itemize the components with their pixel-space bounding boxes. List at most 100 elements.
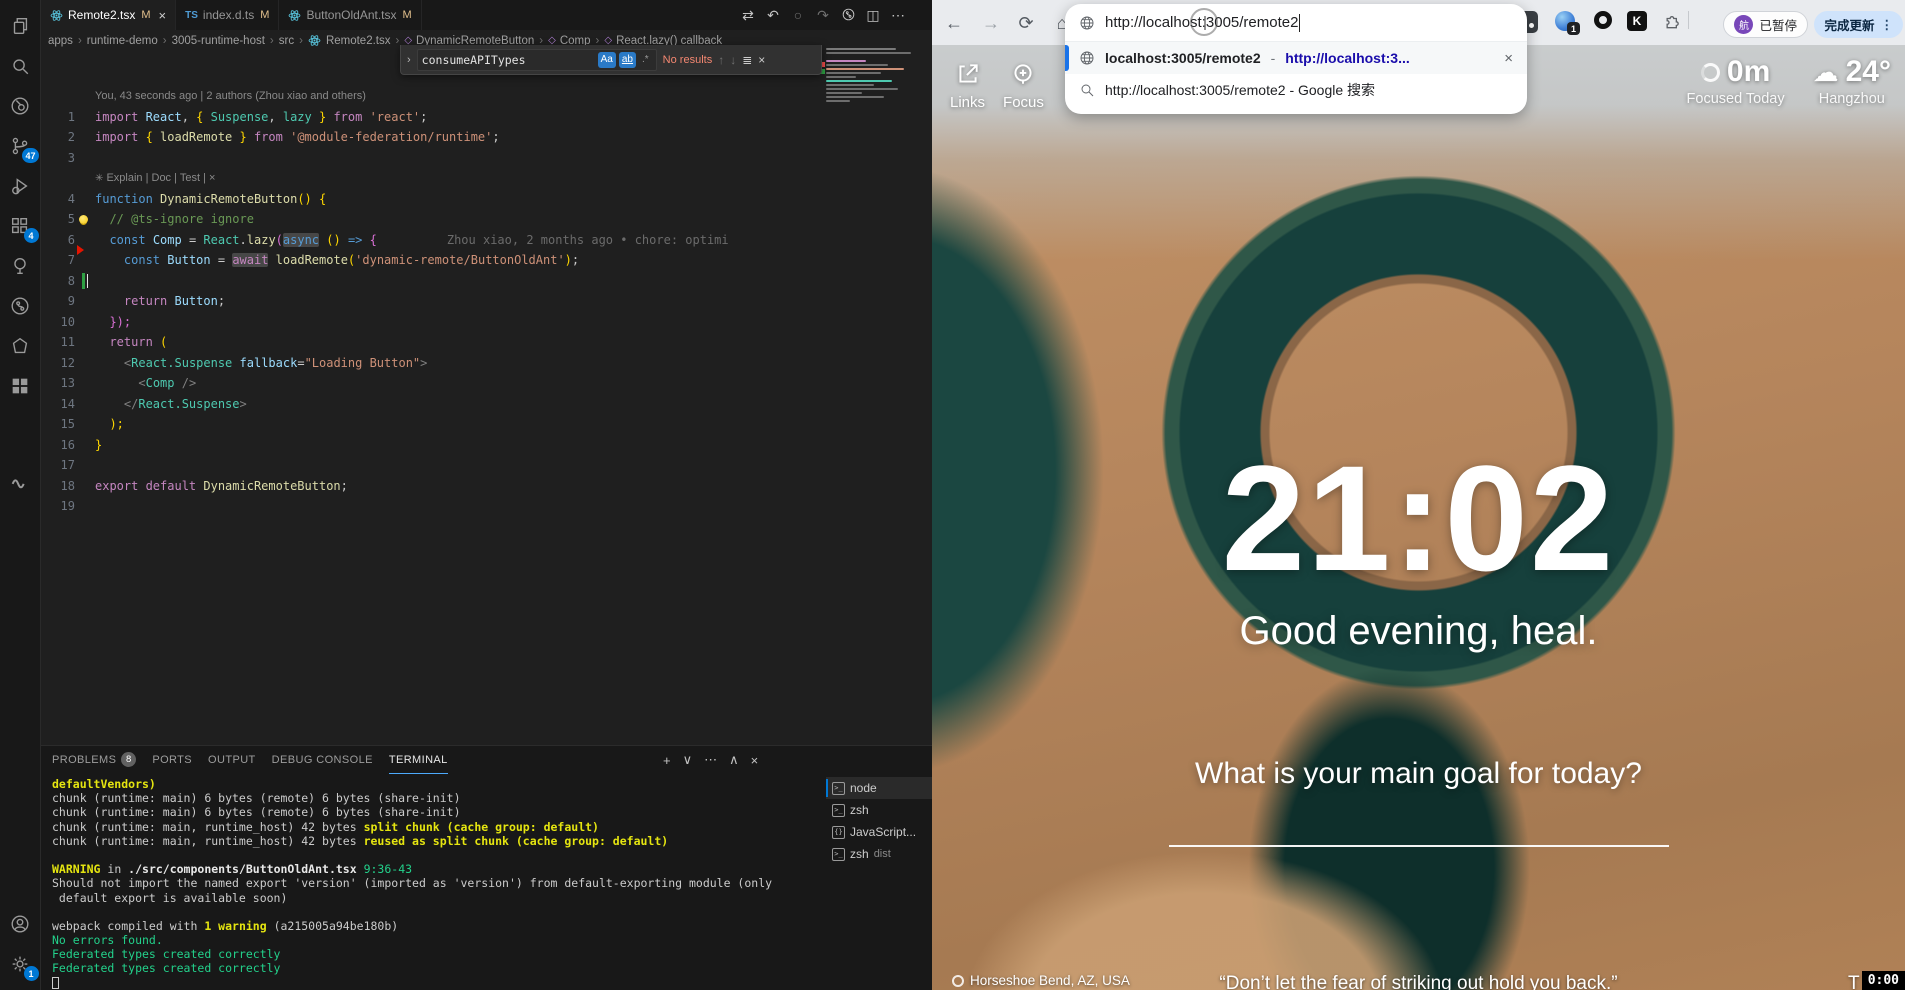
extensions-menu[interactable] (1663, 11, 1683, 31)
terminal-item-node[interactable]: >_node (826, 777, 932, 799)
terminal-item-zsh[interactable]: >_zshdist (826, 843, 932, 865)
code-line-15[interactable]: 15 ); (41, 414, 821, 435)
find-query[interactable]: consumeAPITypes (422, 53, 595, 67)
code-line-6[interactable]: 6 const Comp = React.lazy(async () => {Z… (41, 230, 821, 251)
prev-match-icon[interactable]: ↑ (718, 53, 724, 67)
breadcrumb-item[interactable]: apps (48, 35, 73, 47)
suggestion-row[interactable]: http://localhost:3005/remote2 - Google 搜… (1065, 74, 1527, 106)
codelens-text[interactable]: ✳ Explain | Doc | Test | × (95, 168, 215, 189)
nav-circle-icon[interactable]: ○ (790, 7, 806, 23)
panel-tab-debug-console[interactable]: DEBUG CONSOLE (272, 746, 373, 774)
code-line-9[interactable]: 9 return Button; (41, 291, 821, 312)
blame-annotation[interactable]: You, 43 seconds ago | 2 authors (Zhou xi… (41, 86, 821, 107)
split-editor-icon[interactable]: ◫ (865, 7, 881, 24)
forward-icon[interactable]: → (977, 9, 1005, 37)
find-in-selection-icon[interactable]: ≣ (742, 53, 752, 67)
code-line-1[interactable]: 1import React, { Suspense, lazy } from '… (41, 107, 821, 128)
code-line-4[interactable]: 4function DynamicRemoteButton() { (41, 189, 821, 210)
code-line-8[interactable]: 8 (41, 271, 821, 292)
panel-tab-output[interactable]: OUTPUT (208, 746, 256, 774)
goal-input[interactable] (1169, 845, 1669, 847)
source-graph-icon[interactable] (840, 7, 856, 23)
reload-icon[interactable]: ⟳ (1012, 9, 1040, 37)
find-input[interactable]: consumeAPITypes Aa ab .* (417, 49, 657, 71)
code-line-10[interactable]: 10 }); (41, 312, 821, 333)
update-chrome-button[interactable]: 完成更新 ⋮ (1814, 11, 1903, 38)
breadcrumb-item[interactable]: src (279, 35, 294, 47)
code-line-14[interactable]: 14 </React.Suspense> (41, 394, 821, 415)
nav-back-icon[interactable]: ↶ (765, 7, 781, 24)
weather-widget[interactable]: ☁24° Hangzhou (1813, 55, 1891, 107)
activity-run-debug[interactable] (0, 166, 41, 206)
panel-tab-ports[interactable]: PORTS (152, 746, 192, 774)
breadcrumb-item[interactable]: 3005-runtime-host (172, 35, 265, 47)
code-line-11[interactable]: 11 return ( (41, 332, 821, 353)
close-icon[interactable]: × (159, 8, 167, 23)
code-line-7[interactable]: 7 const Button = await loadRemote('dynam… (41, 250, 821, 271)
activity-search[interactable] (0, 46, 41, 86)
maximize-panel-icon[interactable]: ∧ (729, 752, 739, 768)
codelens-actions[interactable]: ✳ Explain | Doc | Test | × (41, 168, 821, 189)
toggle-replace-icon[interactable]: › (407, 54, 411, 66)
regex-toggle[interactable]: .* (639, 52, 652, 68)
sync-editors-icon[interactable]: ⇄ (740, 7, 756, 24)
photo-location[interactable]: Horseshoe Bend, AZ, USA (952, 973, 1130, 988)
terminal-item-JavaScript...[interactable]: {}JavaScript... (826, 821, 932, 843)
match-case-toggle[interactable]: Aa (598, 52, 616, 68)
activity-accounts[interactable] (0, 904, 41, 944)
code-line-17[interactable]: 17 (41, 455, 821, 476)
minimap[interactable] (826, 48, 928, 114)
activity-grid-view[interactable] (0, 366, 41, 406)
terminal-item-zsh[interactable]: >_zsh (826, 799, 932, 821)
editor-tab-index.d.ts[interactable]: TSindex.d.tsM (176, 0, 279, 30)
panel-more-icon[interactable]: ⋯ (704, 752, 717, 768)
breadcrumb-item[interactable]: Remote2.tsx (308, 34, 391, 47)
code-line-18[interactable]: 18export default DynamicRemoteButton; (41, 476, 821, 497)
whole-word-toggle[interactable]: ab (619, 52, 636, 68)
terminal-output[interactable]: defaultVendors)chunk (runtime: main) 6 b… (52, 777, 812, 990)
extension-kagi[interactable]: K (1627, 11, 1647, 31)
activity-remote-explorer[interactable] (0, 86, 41, 126)
code-line-13[interactable]: 13 <Comp /> (41, 373, 821, 394)
activity-git-graph[interactable] (0, 286, 41, 326)
more-actions-icon[interactable]: ⋯ (890, 7, 906, 24)
extension-ring[interactable] (1594, 11, 1612, 29)
activity-explorer[interactable] (0, 6, 41, 46)
extension-globe[interactable]: 1 (1555, 11, 1575, 31)
address-bar[interactable]: http://localhost:3005/remote2 (1065, 4, 1527, 42)
activity-custom-view[interactable] (0, 326, 41, 366)
close-panel-icon[interactable]: × (751, 753, 759, 768)
profile-pill[interactable]: 航 已暂停 (1723, 11, 1808, 38)
close-find-icon[interactable]: × (758, 53, 765, 67)
remove-suggestion-icon[interactable]: × (1504, 50, 1513, 67)
code-line-3[interactable]: 3 (41, 148, 821, 169)
lightbulb-icon[interactable] (79, 215, 88, 224)
activity-extensions[interactable]: 4 (0, 206, 41, 246)
code-line-16[interactable]: 16} (41, 435, 821, 456)
activity-settings[interactable]: 1 (0, 944, 41, 984)
links-widget[interactable]: Links (950, 61, 985, 111)
todo-partial-label[interactable]: T (1848, 973, 1860, 990)
activity-wave-view[interactable] (0, 462, 41, 502)
breadcrumb-item[interactable]: runtime-demo (87, 35, 158, 47)
editor-tab-Remote2.tsx[interactable]: Remote2.tsxM× (41, 0, 176, 30)
terminal-dropdown-icon[interactable]: ∨ (683, 752, 693, 768)
code-line-12[interactable]: 12 <React.Suspense fallback="Loading But… (41, 353, 821, 374)
activity-testing[interactable] (0, 246, 41, 286)
editor-tab-ButtonOldAnt.tsx[interactable]: ButtonOldAnt.tsxM (279, 0, 421, 30)
activity-source-control[interactable]: 47 (0, 126, 41, 166)
code-line-19[interactable]: 19 (41, 496, 821, 517)
code-line-5[interactable]: 5 // @ts-ignore ignore (41, 209, 821, 230)
code-line-2[interactable]: 2import { loadRemote } from '@module-fed… (41, 127, 821, 148)
new-terminal-icon[interactable]: + (663, 753, 671, 768)
focus-widget[interactable]: Focus (1003, 61, 1044, 111)
next-match-icon[interactable]: ↓ (730, 53, 736, 67)
nav-forward-icon[interactable]: ↷ (815, 7, 831, 24)
chrome-menu-icon[interactable]: ⋮ (1881, 17, 1894, 32)
panel-tab-terminal[interactable]: TERMINAL (389, 746, 448, 774)
back-icon[interactable]: ← (940, 9, 968, 37)
code-editor[interactable]: You, 43 seconds ago | 2 authors (Zhou xi… (41, 86, 821, 517)
focused-time-widget[interactable]: 0m Focused Today (1687, 55, 1785, 107)
panel-tab-problems[interactable]: PROBLEMS8 (52, 746, 136, 774)
suggestion-row[interactable]: localhost:3005/remote2 - http://localhos… (1065, 42, 1527, 74)
